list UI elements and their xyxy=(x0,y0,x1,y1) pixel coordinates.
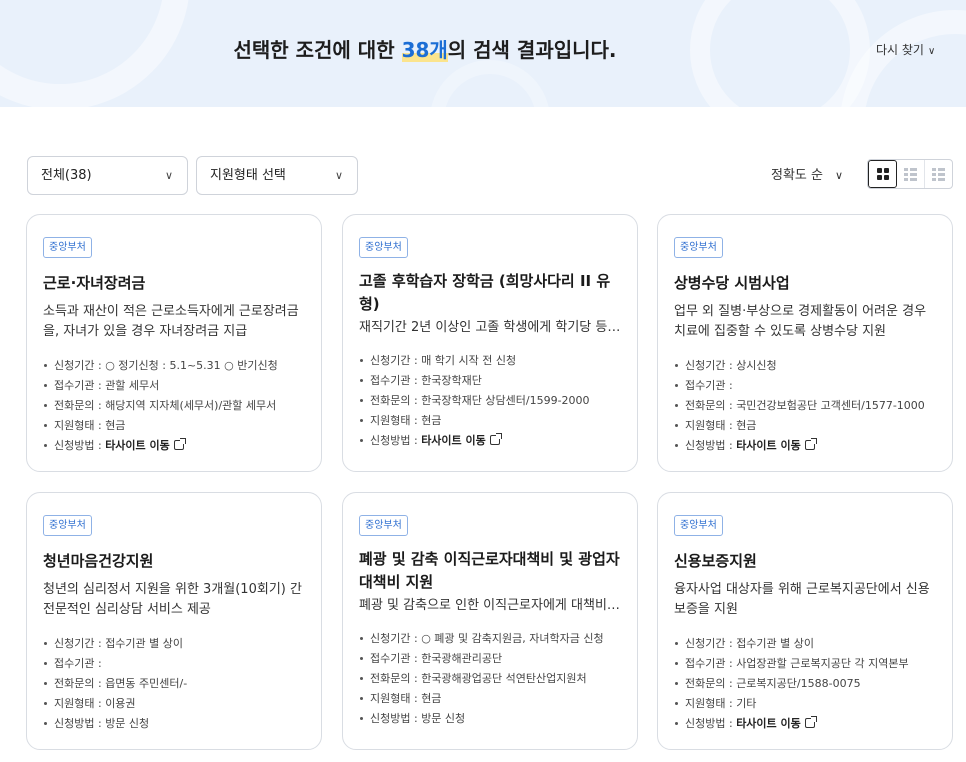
support-type-select-value: 지원형태 선택 xyxy=(210,168,286,183)
benefit-card[interactable]: 중앙부처 상병수당 시범사업 업무 외 질병·부상으로 경제활동이 어려운 경우… xyxy=(657,214,953,472)
info-support-type: 지원형태 : 기타 xyxy=(674,694,936,714)
info-agency: 접수기관 : 한국장학재단 xyxy=(359,371,621,391)
info-support-type: 지원형태 : 이용권 xyxy=(43,694,305,714)
card-title: 근로·자녀장려금 xyxy=(43,274,146,292)
info-agency: 접수기관 : 한국광해관리공단 xyxy=(359,649,621,669)
list-view-icon xyxy=(904,167,917,181)
info-support-type: 지원형태 : 현금 xyxy=(43,416,305,436)
card-info-list: 신청기간 : 매 학기 시작 전 신청 접수기관 : 한국장학재단 전화문의 :… xyxy=(359,351,621,451)
ministry-badge: 중앙부처 xyxy=(359,515,408,536)
info-period: 신청기간 : 접수기관 별 상이 xyxy=(43,634,305,654)
info-period: 신청기간 : 매 학기 시작 전 신청 xyxy=(359,351,621,371)
info-phone: 전화문의 : 한국광해광업공단 석연탄산업지원처 xyxy=(359,669,621,689)
info-phone: 전화문의 : 국민건강보험공단 고객센터/1577-1000 xyxy=(674,396,936,416)
ministry-badge: 중앙부처 xyxy=(674,237,723,258)
result-count: 38개 xyxy=(401,38,448,62)
external-site-link[interactable]: 타사이트 이동 xyxy=(105,439,170,452)
research-label: 다시 찾기 xyxy=(876,43,924,57)
card-title: 청년마음건강지원 xyxy=(43,552,154,570)
ministry-badge: 중앙부처 xyxy=(674,515,723,536)
chevron-down-icon: ∨ xyxy=(164,169,173,182)
title-prefix: 선택한 조건에 대한 xyxy=(233,38,402,62)
card-description: 융자사업 대상자를 위해 근로복지공단에서 신용보증을 지원 xyxy=(674,582,930,617)
benefit-card[interactable]: 중앙부처 폐광 및 감축 이직근로자대책비 및 광업자대책비 지원 폐광 및 감… xyxy=(342,492,638,750)
compact-list-view-button[interactable] xyxy=(925,160,952,188)
info-method: 신청방법 : 타사이트 이동 xyxy=(43,436,305,456)
card-title: 고졸 후학습자 장학금 (희망사다리 II 유형) xyxy=(359,272,611,313)
external-link-icon xyxy=(804,438,817,450)
ministry-badge: 중앙부처 xyxy=(359,237,408,258)
info-method: 신청방법 : 타사이트 이동 xyxy=(359,431,621,451)
info-agency: 접수기관 : xyxy=(43,654,305,674)
sort-select[interactable]: 정확도 순 ∨ xyxy=(771,164,843,183)
card-info-list: 신청기간 : 상시신청 접수기관 : 전화문의 : 국민건강보험공단 고객센터/… xyxy=(674,356,936,456)
external-site-link[interactable]: 타사이트 이동 xyxy=(421,434,486,447)
benefit-card[interactable]: 중앙부처 고졸 후학습자 장학금 (희망사다리 II 유형) 재직기간 2년 이… xyxy=(342,214,638,472)
info-agency: 접수기관 : xyxy=(674,376,936,396)
info-agency: 접수기관 : 관할 세무서 xyxy=(43,376,305,396)
card-info-list: 신청기간 : 접수기관 별 상이 접수기관 : 사업장관할 근로복지공단 각 지… xyxy=(674,634,936,734)
info-phone: 전화문의 : 한국장학재단 상담센터/1599-2000 xyxy=(359,391,621,411)
sort-label: 정확도 순 xyxy=(771,168,823,183)
info-phone: 전화문의 : 읍면동 주민센터/- xyxy=(43,674,305,694)
card-description: 업무 외 질병·부상으로 경제활동이 어려운 경우 치료에 집중할 수 있도록 … xyxy=(674,304,927,339)
info-method: 신청방법 : 타사이트 이동 xyxy=(674,436,936,456)
benefit-card[interactable]: 중앙부처 청년마음건강지원 청년의 심리정서 지원을 위한 3개월(10회기) … xyxy=(26,492,322,750)
info-period: 신청기간 : 접수기관 별 상이 xyxy=(674,634,936,654)
grid-view-icon xyxy=(876,168,889,180)
card-description: 폐광 및 감축으로 인한 이직근로자에게 대책비 지원 xyxy=(359,598,607,613)
benefit-card[interactable]: 중앙부처 신용보증지원 융자사업 대상자를 위해 근로복지공단에서 신용보증을 … xyxy=(657,492,953,750)
info-agency: 접수기관 : 사업장관할 근로복지공단 각 지역본부 xyxy=(674,654,936,674)
info-method: 신청방법 : 방문 신청 xyxy=(43,714,305,734)
info-phone: 전화문의 : 해당지역 지자체(세무서)/관할 세무서 xyxy=(43,396,305,416)
result-count-title: 선택한 조건에 대한 38개의 검색 결과입니다. xyxy=(0,34,850,63)
banner-decoration xyxy=(430,60,550,107)
info-period: 신청기간 : 상시신청 xyxy=(674,356,936,376)
external-link-icon xyxy=(804,716,817,728)
external-link-icon xyxy=(489,433,502,445)
chevron-down-icon: ∨ xyxy=(334,169,343,182)
grid-view-button[interactable] xyxy=(868,160,897,188)
compact-list-view-icon xyxy=(932,167,945,181)
chevron-down-icon: ∨ xyxy=(927,46,936,57)
external-site-link[interactable]: 타사이트 이동 xyxy=(736,439,801,452)
info-period: 신청기간 : ○ 정기신청 : 5.1~5.31 ○ 반기신청 xyxy=(43,356,305,376)
info-support-type: 지원형태 : 현금 xyxy=(674,416,936,436)
support-type-select[interactable]: 지원형태 선택 ∨ xyxy=(196,156,358,195)
category-select[interactable]: 전체(38) ∨ xyxy=(27,156,188,195)
ministry-badge: 중앙부처 xyxy=(43,515,92,536)
search-result-banner: 선택한 조건에 대한 38개의 검색 결과입니다. 다시 찾기 ∨ xyxy=(0,0,966,107)
card-title: 상병수당 시범사업 xyxy=(674,274,790,292)
info-method: 신청방법 : 타사이트 이동 xyxy=(674,714,936,734)
title-suffix: 의 검색 결과입니다. xyxy=(447,38,617,62)
chevron-down-icon: ∨ xyxy=(834,169,844,182)
list-view-button[interactable] xyxy=(897,160,925,188)
research-button[interactable]: 다시 찾기 ∨ xyxy=(876,41,935,58)
card-info-list: 신청기간 : ○ 정기신청 : 5.1~5.31 ○ 반기신청 접수기관 : 관… xyxy=(43,356,305,456)
info-method: 신청방법 : 방문 신청 xyxy=(359,709,621,729)
category-select-value: 전체(38) xyxy=(41,168,92,183)
external-site-link[interactable]: 타사이트 이동 xyxy=(736,717,801,730)
card-description: 청년의 심리정서 지원을 위한 3개월(10회기) 간 전문적인 심리상담 서비… xyxy=(43,582,302,617)
info-support-type: 지원형태 : 현금 xyxy=(359,411,621,431)
benefit-card[interactable]: 중앙부처 근로·자녀장려금 소득과 재산이 적은 근로소득자에게 근로장려금을,… xyxy=(26,214,322,472)
card-info-list: 신청기간 : ○ 폐광 및 감축지원금, 자녀학자금 신청 접수기관 : 한국광… xyxy=(359,629,621,729)
ministry-badge: 중앙부처 xyxy=(43,237,92,258)
info-period: 신청기간 : ○ 폐광 및 감축지원금, 자녀학자금 신청 xyxy=(359,629,621,649)
card-title: 신용보증지원 xyxy=(674,552,757,570)
card-description: 소득과 재산이 적은 근로소득자에게 근로장려금을, 자녀가 있을 경우 자녀장… xyxy=(43,304,299,339)
external-link-icon xyxy=(173,438,186,450)
view-mode-toggle xyxy=(867,159,953,189)
info-support-type: 지원형태 : 현금 xyxy=(359,689,621,709)
info-phone: 전화문의 : 근로복지공단/1588-0075 xyxy=(674,674,936,694)
card-title: 폐광 및 감축 이직근로자대책비 및 광업자대책비 지원 xyxy=(359,550,620,591)
card-description: 재직기간 2년 이상인 고졸 학생에게 학기당 등록금 지원 xyxy=(359,320,620,335)
card-info-list: 신청기간 : 접수기관 별 상이 접수기관 : 전화문의 : 읍면동 주민센터/… xyxy=(43,634,305,734)
